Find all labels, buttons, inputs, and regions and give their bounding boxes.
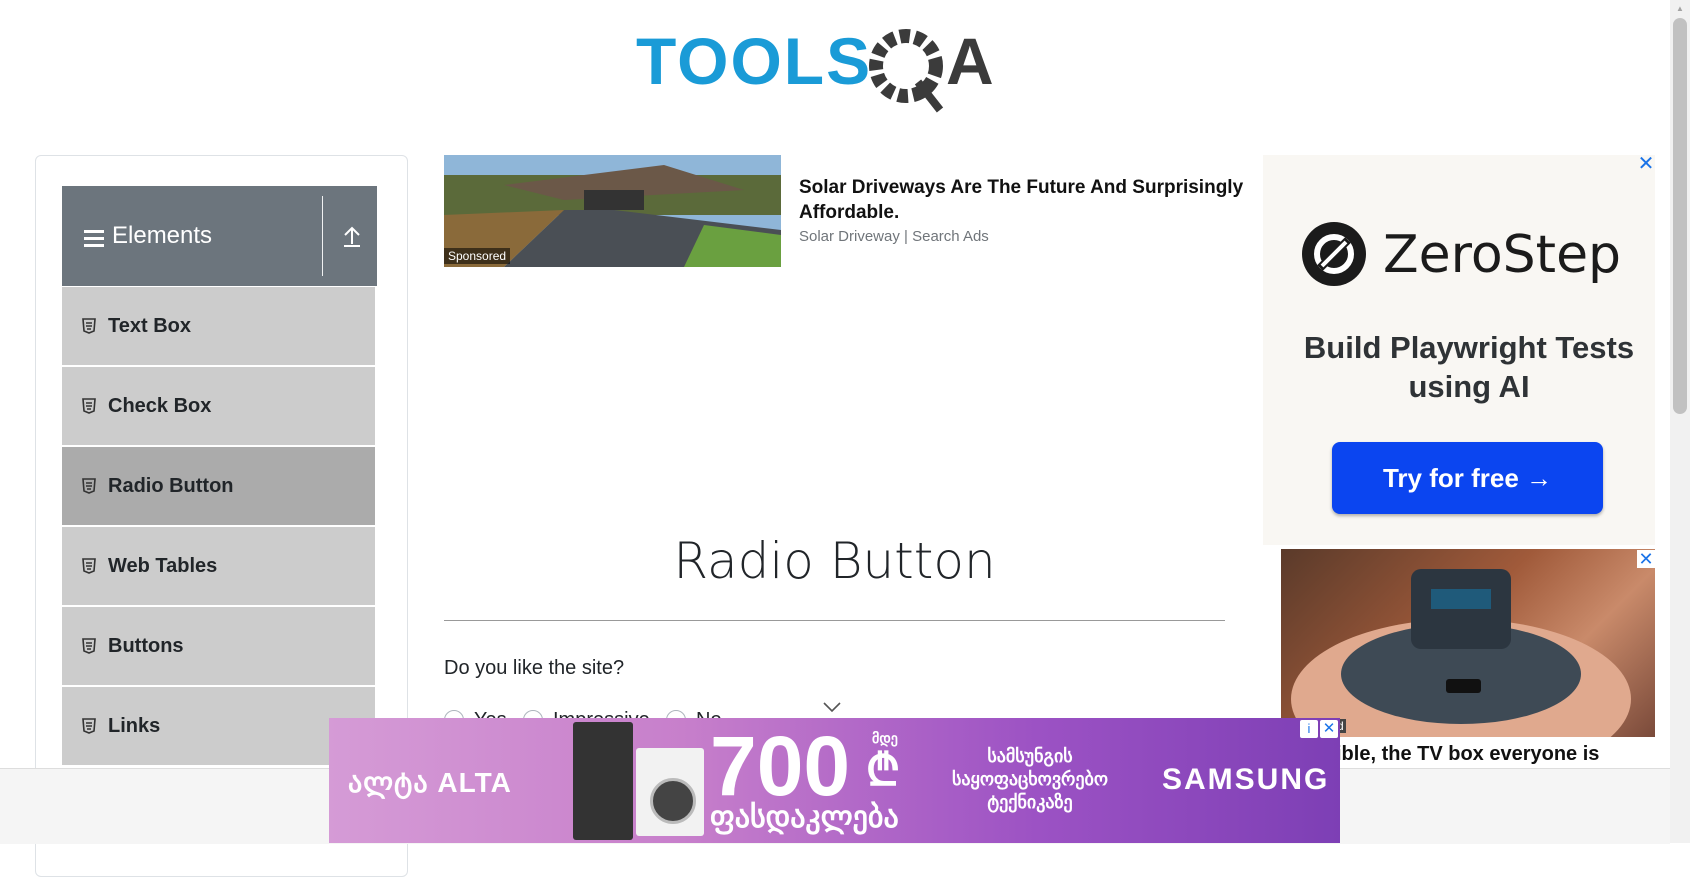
tv-box-ad-caption[interactable]: ible, the TV box everyone is bbox=[1336, 743, 1599, 766]
html5-icon bbox=[82, 718, 96, 734]
sidebar-item-radio-button[interactable]: Radio Button bbox=[62, 447, 375, 527]
html5-icon bbox=[82, 478, 96, 494]
zerostep-logo-icon bbox=[1302, 222, 1366, 286]
sidebar-group-title: Elements bbox=[112, 222, 213, 249]
ad-source[interactable]: Solar Driveway | Search Ads bbox=[799, 228, 989, 245]
svg-text:A: A bbox=[946, 24, 994, 98]
sidebar-item-label: Text Box bbox=[108, 314, 191, 337]
radio-question: Do you like the site? bbox=[444, 657, 625, 679]
toolsqa-logo[interactable]: TOOLS A bbox=[636, 18, 1040, 114]
zerostep-brand: ZeroStep bbox=[1383, 225, 1622, 285]
discount-label: ფასდაკლება bbox=[710, 801, 899, 834]
sidebar-item-check-box[interactable]: Check Box bbox=[62, 367, 375, 447]
ad-close-icon[interactable]: ✕ bbox=[1320, 720, 1338, 738]
title-divider bbox=[444, 620, 1225, 621]
ad-headline-link[interactable]: Solar Driveways Are The Future And Surpr… bbox=[799, 175, 1269, 225]
ad-info-icon[interactable]: i bbox=[1300, 720, 1318, 738]
alta-brand: ალტა ALTA bbox=[348, 767, 512, 798]
page-scrollbar-thumb[interactable] bbox=[1673, 18, 1687, 414]
svg-text:TOOLS: TOOLS bbox=[636, 24, 872, 98]
sidebar-item-label: Links bbox=[108, 714, 161, 737]
sidebar-item-label: Buttons bbox=[108, 634, 184, 657]
html5-icon bbox=[82, 318, 96, 334]
ad-close-icon[interactable]: ✕ bbox=[1637, 154, 1655, 174]
fridge-image bbox=[573, 722, 633, 840]
ad-close-icon[interactable]: ✕ bbox=[1637, 550, 1655, 568]
sidebar-item-label: Web Tables bbox=[108, 554, 218, 577]
scroll-up-arrow-icon[interactable]: ▲ bbox=[1673, 4, 1687, 14]
currency-symbol: ₾ bbox=[866, 746, 900, 795]
discount-amount: 700 bbox=[710, 719, 851, 813]
sidebar-item-web-tables[interactable]: Web Tables bbox=[62, 527, 375, 607]
sidebar-item-label: Radio Button bbox=[108, 474, 234, 497]
washer-image bbox=[636, 748, 704, 836]
sidebar-item-text-box[interactable]: Text Box bbox=[62, 287, 375, 367]
page-title: Radio Button bbox=[673, 532, 996, 590]
collapse-upload-icon[interactable] bbox=[332, 216, 372, 256]
html5-icon bbox=[82, 398, 96, 414]
sidebar-group-elements[interactable]: Elements bbox=[62, 186, 377, 286]
sidebar-item-buttons[interactable]: Buttons bbox=[62, 607, 375, 687]
samsung-logo: SAMSUNG bbox=[1162, 763, 1330, 796]
sidebar-item-label: Check Box bbox=[108, 394, 212, 417]
header-divider bbox=[322, 196, 323, 276]
ad-description: სამსუნგის საყოფაცხოვრებო ტექნიკაზე bbox=[951, 746, 1108, 812]
sponsored-badge: Sponsored bbox=[444, 248, 511, 264]
hamburger-icon bbox=[84, 230, 104, 248]
try-for-free-button[interactable]: Try for free → bbox=[1332, 442, 1603, 514]
tv-box-ad-image[interactable] bbox=[1281, 549, 1655, 737]
html5-icon bbox=[82, 638, 96, 654]
html5-icon bbox=[82, 558, 96, 574]
chevron-down-icon[interactable] bbox=[822, 700, 842, 713]
zerostep-tagline: Build Playwright Tests using AI bbox=[1303, 330, 1635, 404]
